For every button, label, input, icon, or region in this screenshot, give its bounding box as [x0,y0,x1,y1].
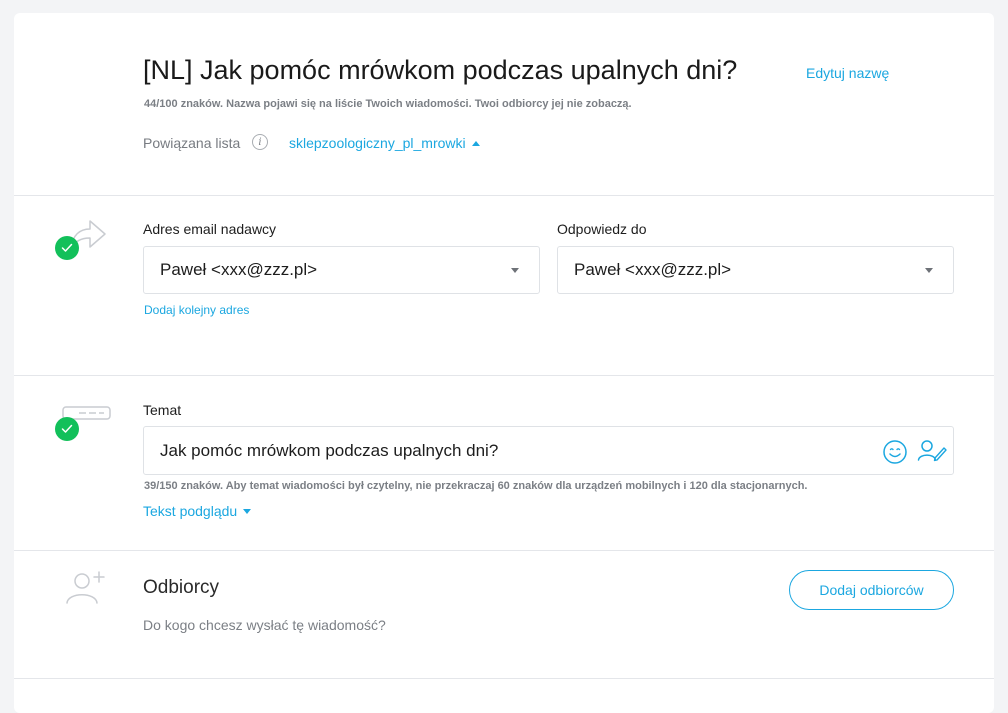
subject-value: Jak pomóc mrówkom podczas upalnych dni? [160,441,499,460]
caret-down-icon [243,509,252,514]
reply-to-value: Paweł <xxx@zzz.pl> [574,260,732,279]
chevron-down-icon [511,268,519,273]
add-another-address-link[interactable]: Dodaj kolejny adres [144,303,249,317]
sender-check-icon [55,236,79,260]
message-name-hint: 44/100 znaków. Nazwa pojawi się na liści… [144,98,632,110]
info-icon[interactable]: i [252,134,268,150]
message-settings-card: [NL] Jak pomóc mrówkom podczas upalnych … [14,13,994,713]
preview-text-label: Tekst podglądu [143,503,238,519]
section-divider [14,195,994,196]
linked-list-dropdown[interactable]: sklepzoologiczny_pl_mrowki [289,135,480,151]
subject-check-icon [55,417,79,441]
section-divider [14,678,994,679]
subject-label: Temat [143,402,182,418]
reply-to-label: Odpowiedz do [557,221,647,237]
linked-list-value: sklepzoologiczny_pl_mrowki [289,135,466,151]
emoji-icon[interactable] [882,439,908,465]
edit-name-link[interactable]: Edytuj nazwę [806,65,889,81]
personalize-icon[interactable] [917,438,947,464]
sender-email-select[interactable]: Paweł <xxx@zzz.pl> [143,246,540,294]
add-user-icon [66,571,105,604]
section-divider [14,375,994,376]
section-divider [14,550,994,551]
message-name-title: [NL] Jak pomóc mrówkom podczas upalnych … [143,55,738,85]
linked-list-label: Powiązana lista [143,135,241,151]
recipients-title: Odbiorcy [143,577,220,598]
sender-email-value: Paweł <xxx@zzz.pl> [160,260,318,279]
chevron-down-icon [925,268,933,273]
recipients-subtitle: Do kogo chcesz wysłać tę wiadomość? [143,617,386,633]
subject-input[interactable]: Jak pomóc mrówkom podczas upalnych dni? [143,426,954,475]
reply-to-select[interactable]: Paweł <xxx@zzz.pl> [557,246,954,294]
preview-text-toggle[interactable]: Tekst podglądu [143,503,252,519]
subject-hint: 39/150 znaków. Aby temat wiadomości był … [144,480,808,492]
add-recipients-button[interactable]: Dodaj odbiorców [789,570,954,610]
sender-email-label: Adres email nadawcy [143,221,277,237]
caret-up-icon [471,141,480,146]
